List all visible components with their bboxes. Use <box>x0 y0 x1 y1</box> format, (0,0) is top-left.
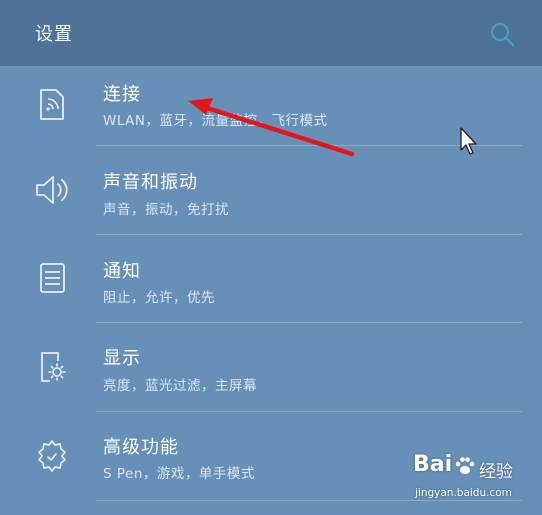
settings-item-sound[interactable]: 声音和振动 声音，振动，免打扰 <box>0 146 542 234</box>
paw-icon <box>455 457 475 474</box>
settings-item-label: 连接 <box>103 84 141 105</box>
connection-icon <box>40 89 64 120</box>
settings-item-label: 通知 <box>103 261 141 282</box>
settings-item-display[interactable]: 显示 亮度，蓝光过滤，主屏幕 <box>0 323 542 411</box>
notification-icon <box>40 263 65 293</box>
app-header: 设置 <box>0 0 542 66</box>
search-icon[interactable] <box>488 20 516 48</box>
settings-item-description: S Pen，游戏，单手模式 <box>103 466 255 482</box>
speaker-icon <box>36 176 68 204</box>
page-title: 设置 <box>35 24 73 45</box>
advanced-gear-icon <box>38 440 66 472</box>
settings-item-description: WLAN，蓝牙，流量监控，飞行模式 <box>103 113 328 129</box>
settings-item-description: 声音，振动，免打扰 <box>103 202 229 218</box>
watermark-logo: Bai <box>413 452 453 477</box>
settings-item-label: 高级功能 <box>103 437 179 458</box>
watermark-brand: 经验 <box>479 462 513 482</box>
settings-item-label: 声音和振动 <box>103 172 198 193</box>
settings-item-description: 亮度，蓝光过滤，主屏幕 <box>103 378 257 394</box>
baidu-watermark: Bai 经验 jingyan.baidu.com <box>413 452 535 508</box>
mouse-cursor-icon <box>460 127 477 155</box>
watermark-url: jingyan.baidu.com <box>415 487 512 499</box>
settings-item-notifications[interactable]: 通知 阻止，允许，优先 <box>0 235 542 323</box>
settings-item-label: 显示 <box>103 348 141 369</box>
display-icon <box>41 352 66 382</box>
settings-item-description: 阻止，允许，优先 <box>103 290 215 306</box>
